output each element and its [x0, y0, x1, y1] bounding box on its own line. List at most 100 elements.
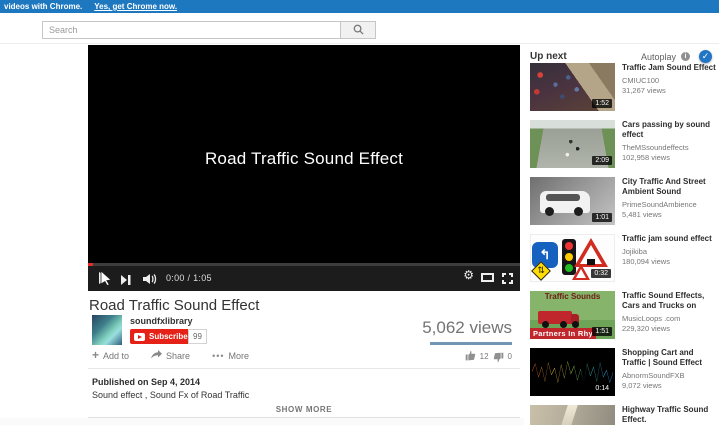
duration-badge: 2:09: [592, 156, 612, 165]
suggested-thumbnail-suv[interactable]: 1:01: [530, 177, 615, 225]
progress-bar[interactable]: [88, 263, 520, 266]
more-label: More: [229, 351, 250, 361]
thumb-down-icon[interactable]: [493, 350, 504, 363]
info-icon[interactable]: i: [681, 52, 690, 61]
suv-graphic: [540, 191, 590, 213]
small-triangle-graphic: [572, 264, 590, 280]
action-bar: + Add to Share ••• More: [92, 350, 249, 361]
warning-triangle-graphic: [574, 238, 608, 267]
fullscreen-icon[interactable]: [502, 271, 513, 289]
suggested-title[interactable]: Traffic Jam Sound Effect: [622, 63, 719, 73]
suggested-views: 31,267 views: [622, 86, 719, 95]
more-button[interactable]: ••• More: [212, 350, 249, 361]
channel-avatar[interactable]: [92, 315, 122, 345]
divider: [88, 368, 520, 369]
thumb-up-icon[interactable]: [465, 350, 476, 363]
plus-icon: +: [92, 351, 99, 360]
more-dots-icon: •••: [212, 351, 224, 361]
view-count: 5,062 views: [422, 318, 512, 338]
suggested-channel: Jojikiba: [622, 247, 719, 256]
suggested-views: 102,958 views: [622, 153, 719, 162]
share-button[interactable]: Share: [151, 350, 190, 361]
thumb-text-top: Traffic Sounds: [530, 292, 615, 301]
page-background-strip: [0, 418, 524, 425]
suggested-thumbnail-waveform[interactable]: 0:14: [530, 348, 615, 396]
suggested-title[interactable]: Shopping Cart and Traffic | Sound Effect: [622, 348, 719, 368]
banner-text: videos with Chrome.: [4, 2, 82, 11]
suggested-channel: CMIUC100: [622, 76, 719, 85]
suggested-video-7[interactable]: Highway Traffic Sound Effect. SOUND FX: [530, 405, 719, 425]
suggested-title[interactable]: Cars passing by sound effect: [622, 120, 719, 140]
suggested-thumbnail-traffic-signs[interactable]: ↰ ⇅ 0:32: [530, 234, 615, 282]
player-controls: 0:00 / 1:05 ⚙: [88, 263, 520, 291]
truck-graphic: [538, 311, 572, 324]
thumb-text-bottom: Partners In Rhy: [530, 328, 596, 339]
settings-gear-icon[interactable]: ⚙: [463, 269, 474, 281]
like-dislike: 12 0: [465, 350, 512, 363]
chrome-promo-banner: videos with Chrome. Yes, get Chrome now.: [0, 0, 719, 13]
suggested-title[interactable]: Traffic Sound Effects, Cars and Trucks o…: [622, 291, 719, 311]
suggested-video-4[interactable]: ↰ ⇅ 0:32 Traffic jam sound effect Jojiki…: [530, 234, 719, 282]
show-more-button[interactable]: SHOW MORE: [88, 405, 520, 414]
up-next-header: Up next Autoplay i ✓: [530, 50, 716, 63]
sentiment-bar: [430, 342, 512, 345]
subscribe-button[interactable]: Subscribe: [130, 329, 194, 344]
theater-mode-icon[interactable]: [481, 273, 494, 282]
like-count: 12: [480, 352, 489, 361]
suggested-video-6[interactable]: 0:14 Shopping Cart and Traffic | Sound E…: [530, 348, 719, 396]
suggested-video-1[interactable]: 1:52 Traffic Jam Sound Effect CMIUC100 3…: [530, 63, 719, 111]
youtube-play-icon: [134, 333, 145, 341]
suggested-thumbnail-blurry-highway[interactable]: [530, 405, 615, 425]
duration-badge: 0:14: [592, 384, 612, 393]
suggested-views: 180,094 views: [622, 257, 719, 266]
subscriber-count: 99: [188, 329, 207, 344]
suggested-thumbnail-traffic-jam[interactable]: 1:52: [530, 63, 615, 111]
progress-played: [88, 263, 93, 266]
add-to-label: Add to: [103, 351, 129, 361]
search-input[interactable]: [42, 21, 340, 39]
suggested-thumbnail-cartoon-truck[interactable]: Traffic Sounds Partners In Rhy 1:51: [530, 291, 615, 339]
suggested-views: 9,072 views: [622, 381, 719, 390]
published-date: Published on Sep 4, 2014: [92, 377, 200, 387]
channel-name[interactable]: soundfxlibrary: [130, 316, 193, 326]
suggested-video-3[interactable]: 1:01 City Traffic And Street Ambient Sou…: [530, 177, 719, 225]
volume-icon[interactable]: [143, 272, 157, 290]
video-description: Sound effect , Sound Fx of Road Traffic: [92, 390, 249, 400]
suggested-title[interactable]: Traffic jam sound effect: [622, 234, 719, 244]
up-next-label: Up next: [530, 51, 567, 62]
search-button[interactable]: [340, 21, 376, 39]
waveform-graphic: [532, 361, 613, 383]
suggested-channel: TheMSsoundeffects: [622, 143, 719, 152]
video-player[interactable]: Road Traffic Sound Effect: [88, 45, 520, 291]
youtube-watch-page: videos with Chrome. Yes, get Chrome now.…: [0, 0, 719, 425]
suggested-thumbnail-highway[interactable]: 2:09: [530, 120, 615, 168]
suggested-channel: PrimeSoundAmbience: [622, 200, 719, 209]
time-display: 0:00 / 1:05: [166, 273, 212, 283]
header: [0, 13, 719, 44]
suggested-channel: MusicLoops .com: [622, 314, 719, 323]
duration-badge: 1:51: [592, 327, 612, 336]
mouse-cursor: [100, 271, 112, 291]
suggested-videos-list: 1:52 Traffic Jam Sound Effect CMIUC100 3…: [530, 63, 719, 425]
video-overlay-title: Road Traffic Sound Effect: [88, 149, 520, 169]
add-to-button[interactable]: + Add to: [92, 350, 129, 361]
duration-badge: 0:32: [591, 269, 611, 278]
suggested-video-5[interactable]: Traffic Sounds Partners In Rhy 1:51 Traf…: [530, 291, 719, 339]
suggested-channel: AbnormSoundFXB: [622, 371, 719, 380]
search-icon: [353, 23, 364, 38]
autoplay-label: Autoplay: [641, 52, 676, 62]
share-icon: [151, 350, 162, 361]
suggested-video-2[interactable]: 2:09 Cars passing by sound effect TheMSs…: [530, 120, 719, 168]
suggested-views: 5,481 views: [622, 210, 719, 219]
suggested-title[interactable]: City Traffic And Street Ambient Sound Re…: [622, 177, 719, 197]
get-chrome-link[interactable]: Yes, get Chrome now.: [94, 2, 177, 11]
blue-sign-graphic: ↰: [532, 242, 558, 268]
subscribe-label: Subscribe: [149, 332, 188, 341]
dislike-count: 0: [508, 352, 512, 361]
video-screen[interactable]: Road Traffic Sound Effect: [88, 45, 520, 263]
next-button[interactable]: [121, 272, 131, 290]
autoplay-toggle[interactable]: ✓: [699, 50, 712, 63]
suggested-title[interactable]: Highway Traffic Sound Effect.: [622, 405, 719, 425]
duration-badge: 1:01: [592, 213, 612, 222]
share-label: Share: [166, 351, 190, 361]
